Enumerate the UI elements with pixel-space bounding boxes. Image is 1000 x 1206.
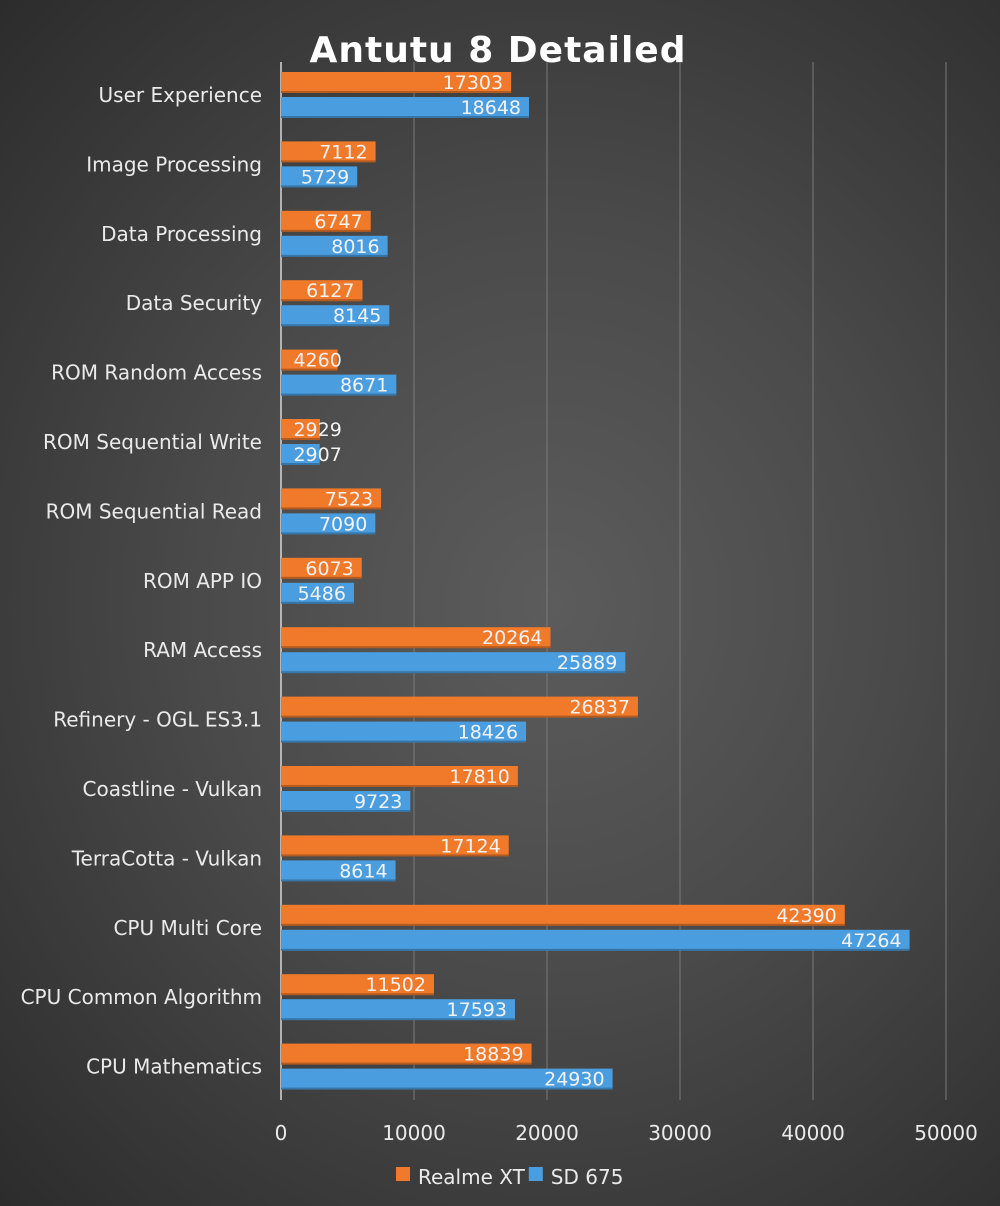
data-label: 25889 [557,652,617,674]
category-label: CPU Multi Core [113,916,262,940]
data-label: 8145 [333,305,381,327]
bar-shadow [281,923,845,926]
data-label: 9723 [354,791,402,813]
bar-shadow [281,948,910,951]
legend-label: SD 675 [551,1165,624,1189]
bar-chart: Antutu 8 Detailed 17303 18648 7112 5729 6747… [21,30,978,1189]
data-label: 6073 [305,558,353,580]
x-tick-label: 0 [275,1121,288,1145]
category-label: Refinery - OGL ES3.1 [53,708,262,732]
x-tick-label: 20000 [515,1121,579,1145]
data-label: 20264 [482,627,542,649]
bar-sd-675 [281,929,910,951]
data-label: 2929 [293,419,341,441]
data-label: 24930 [544,1069,604,1091]
data-label: 17124 [440,835,500,857]
data-label: 11502 [366,974,426,996]
x-tick-label: 30000 [648,1121,712,1145]
data-label: 5729 [301,166,349,188]
data-label: 2907 [293,444,341,466]
data-label: 18648 [461,97,521,119]
data-label: 7523 [325,488,373,510]
data-label: 7090 [319,513,367,535]
data-label: 8016 [331,236,379,258]
category-label: CPU Mathematics [86,1055,262,1079]
data-label: 17810 [449,766,509,788]
data-label: 6747 [314,211,362,233]
bar-realme-xt [281,904,845,926]
category-label: ROM Random Access [51,361,262,385]
category-label: Data Processing [101,222,262,246]
category-label: CPU Common Algorithm [21,985,262,1009]
category-label: User Experience [99,83,262,107]
x-tick-label: 10000 [382,1121,446,1145]
category-label: Coastline - Vulkan [83,777,262,801]
legend-label: Realme XT [418,1165,526,1189]
data-label: 4260 [293,350,341,372]
data-label: 17593 [447,999,507,1021]
category-label: Data Security [126,291,262,315]
x-tick-label: 40000 [781,1121,845,1145]
data-label: 8671 [340,375,388,397]
data-label: 17303 [443,72,503,94]
data-label: 42390 [776,905,836,927]
legend-swatch [528,1167,543,1181]
data-label: 5486 [298,583,346,605]
data-label: 7112 [319,141,367,163]
data-label: 8614 [339,860,387,882]
category-label: ROM Sequential Read [46,499,262,523]
category-label: RAM Access [143,638,262,662]
data-label: 18426 [458,722,518,744]
category-label: TerraCotta - Vulkan [71,846,262,870]
data-label: 47264 [841,930,901,952]
data-label: 18839 [463,1044,523,1066]
data-label: 6127 [306,280,354,302]
chart-title: Antutu 8 Detailed [310,30,687,71]
category-label: ROM Sequential Write [43,430,262,454]
category-label: Image Processing [86,152,262,176]
x-tick-label: 50000 [914,1121,978,1145]
data-label: 26837 [569,697,629,719]
legend-swatch [396,1167,410,1181]
category-label: ROM APP IO [143,569,262,593]
